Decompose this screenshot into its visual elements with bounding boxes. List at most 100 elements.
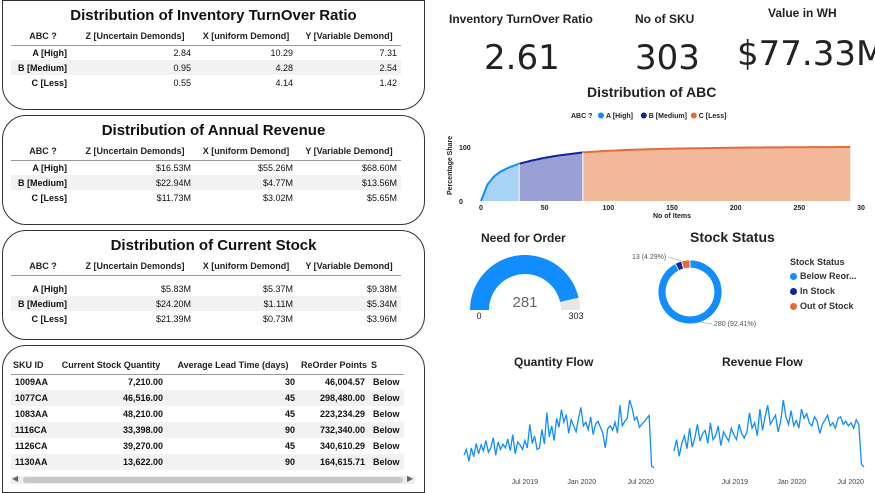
- sku-table-row[interactable]: 1126CA 39,270.00 45 340,610.29 Below: [11, 438, 404, 454]
- row-header[interactable]: ABC ?: [11, 257, 75, 275]
- sku-kpi-label: No of SKU: [635, 12, 695, 26]
- legend-marker-icon: [640, 112, 647, 119]
- column-header-status[interactable]: S: [369, 356, 404, 374]
- row-label: A [High]: [32, 162, 67, 173]
- cell: 2.54: [297, 60, 401, 75]
- sku-cell: 7,210.00: [127, 377, 163, 388]
- cell: 10.29: [270, 47, 293, 58]
- cell: 2.84: [173, 47, 191, 58]
- area-segment-c[interactable]: [582, 147, 851, 201]
- cell: $3.02M: [262, 192, 293, 203]
- matrix-row[interactable]: B [Medium] $22.94M $4.77M $13.56M: [11, 175, 401, 190]
- cell: $55.26M: [257, 162, 293, 173]
- sku-cell: 48,210.00: [122, 409, 163, 419]
- flow-line[interactable]: [463, 399, 655, 469]
- column-header[interactable]: X [uniform Demond]: [195, 142, 297, 160]
- column-header-sku-id[interactable]: SKU ID: [11, 356, 55, 374]
- sku-table-row[interactable]: 1116CA 33,398.00 90 732,340.00 Below: [11, 422, 404, 438]
- column-header[interactable]: X [uniform Demond]: [195, 27, 297, 45]
- area-segment-a[interactable]: [481, 163, 520, 201]
- row-label: B [Medium]: [11, 60, 75, 75]
- legend-label: In Stock: [800, 286, 836, 296]
- quantity-flow-chart[interactable]: Jul 2019 Jan 2020 Jul 2020: [458, 360, 658, 490]
- x-tick-label: 250: [793, 205, 805, 212]
- legend-label: C [Less]: [699, 113, 727, 120]
- row-label: B [Medium]: [11, 296, 75, 311]
- column-header-reorder-points[interactable]: ReOrder Points: [299, 356, 369, 374]
- scroll-left-icon[interactable]: ◀: [12, 474, 18, 483]
- sku-cell: 45: [284, 441, 295, 451]
- column-header[interactable]: Y [Variable Demond]: [297, 142, 401, 160]
- matrix-row[interactable]: C [Less] $21.39M $0.73M $3.96M: [11, 311, 401, 326]
- wh-kpi-value: $77.33M: [737, 34, 875, 74]
- stock-matrix-card: Distribution of Current Stock ABC ? Z [U…: [2, 230, 425, 340]
- legend-label: Below Reor...: [800, 271, 857, 281]
- x-tick-label: Jul 2019: [722, 479, 749, 486]
- sku-cell: 298,480.00: [299, 390, 370, 406]
- legend-label: Out of Stock: [800, 301, 854, 311]
- gauge-max-label: 303: [568, 311, 583, 321]
- matrix-row[interactable]: C [Less] $11.73M $3.02M $5.65M: [11, 190, 401, 205]
- sku-cell: 33,398.00: [55, 422, 167, 438]
- column-header[interactable]: Y [Variable Demond]: [297, 257, 401, 275]
- x-tick-label: Jan 2020: [777, 479, 806, 486]
- scroll-right-icon[interactable]: ▶: [407, 474, 413, 483]
- sku-table-row[interactable]: 1009AA 7,210.00 30 46,004.57 Below: [11, 374, 404, 390]
- sku-cell: 30: [284, 377, 295, 388]
- matrix-row[interactable]: A [High] $16.53M $55.26M $68.60M: [11, 160, 401, 175]
- column-header[interactable]: Y [Variable Demond]: [297, 27, 401, 45]
- sku-table-card: SKU ID Current Stock Quantity Average Le…: [2, 345, 425, 493]
- revenue-flow-chart[interactable]: Jul 2019 Jan 2020 Jul 2020: [668, 360, 868, 490]
- matrix-row[interactable]: A [High] $5.83M $5.37M $9.38M: [11, 281, 401, 296]
- cell: $1.11M: [195, 296, 297, 311]
- cell: $5.34M: [297, 296, 401, 311]
- column-header[interactable]: Z [Uncertain Demonds]: [75, 257, 195, 275]
- scrollbar-thumb[interactable]: [23, 477, 403, 483]
- cell: $13.56M: [297, 175, 401, 190]
- area-segment-b[interactable]: [519, 152, 583, 201]
- column-header[interactable]: Z [Uncertain Demonds]: [75, 142, 195, 160]
- flow-line[interactable]: [673, 399, 865, 468]
- matrix-row[interactable]: A [High] 2.84 10.29 7.31: [11, 45, 401, 60]
- cell: $5.83M: [160, 283, 191, 294]
- legend-marker-icon: [790, 287, 797, 295]
- matrix-row[interactable]: B [Medium] $24.20M $1.11M $5.34M: [11, 296, 401, 311]
- legend-item[interactable]: In Stock: [790, 286, 875, 296]
- cell: $22.94M: [75, 175, 195, 190]
- cell: $3.96M: [366, 313, 397, 324]
- matrix-row[interactable]: B [Medium] 0.95 4.28 2.54: [11, 60, 401, 75]
- revenue-matrix-table: ABC ? Z [Uncertain Demonds] X [uniform D…: [11, 142, 401, 205]
- x-tick-label: 0: [479, 205, 483, 212]
- sku-cell: 45: [284, 409, 295, 419]
- abc-area-chart[interactable]: ABC ? A [High] B [Medium] C [Less] 0 50 100 150…: [445, 103, 865, 228]
- legend-item[interactable]: Below Reor...: [790, 271, 875, 281]
- sku-table-row[interactable]: 1083AA 48,210.00 45 223,234.29 Below: [11, 406, 404, 422]
- legend-item[interactable]: Out of Stock: [790, 301, 875, 311]
- cell: 1.42: [379, 77, 397, 88]
- x-tick-label: Jul 2019: [512, 479, 539, 486]
- x-tick-label: 50: [541, 205, 549, 212]
- sku-table-row[interactable]: 1130AA 13,622.00 90 164,615.71 Below: [11, 454, 404, 470]
- sku-cell: Below: [373, 377, 400, 388]
- sku-cell: 1130AA: [11, 454, 55, 470]
- need-for-order-gauge[interactable]: 281 0 303: [450, 244, 600, 324]
- matrix-row[interactable]: C [Less] 0.55 4.14 1.42: [11, 75, 401, 90]
- stock-status-donut[interactable]: 13 (4.29%) 280 (92.41%): [612, 246, 812, 336]
- sku-cell: 1009AA: [15, 377, 49, 388]
- legend-title: Stock Status: [790, 257, 845, 267]
- cell: $24.20M: [75, 296, 195, 311]
- sku-cell: 90: [167, 422, 299, 438]
- sku-table-row[interactable]: 1077CA 46,516.00 45 298,480.00 Below: [11, 390, 404, 406]
- column-header[interactable]: Z [Uncertain Demonds]: [75, 27, 195, 45]
- row-header[interactable]: ABC ?: [11, 142, 75, 160]
- column-header[interactable]: X [uniform Demond]: [195, 257, 297, 275]
- column-header-stock-qty[interactable]: Current Stock Quantity: [55, 356, 167, 374]
- row-header[interactable]: ABC ?: [11, 27, 75, 45]
- row-label: A [High]: [32, 283, 67, 294]
- stock-status-title: Stock Status: [690, 229, 775, 245]
- sku-kpi-value: 303: [635, 38, 700, 78]
- donut-slice[interactable]: [657, 259, 723, 325]
- column-header-lead-time[interactable]: Average Lead Time (days): [167, 356, 299, 374]
- revenue-matrix-card: Distribution of Annual Revenue ABC ? Z […: [2, 115, 425, 225]
- row-label: A [High]: [32, 47, 67, 58]
